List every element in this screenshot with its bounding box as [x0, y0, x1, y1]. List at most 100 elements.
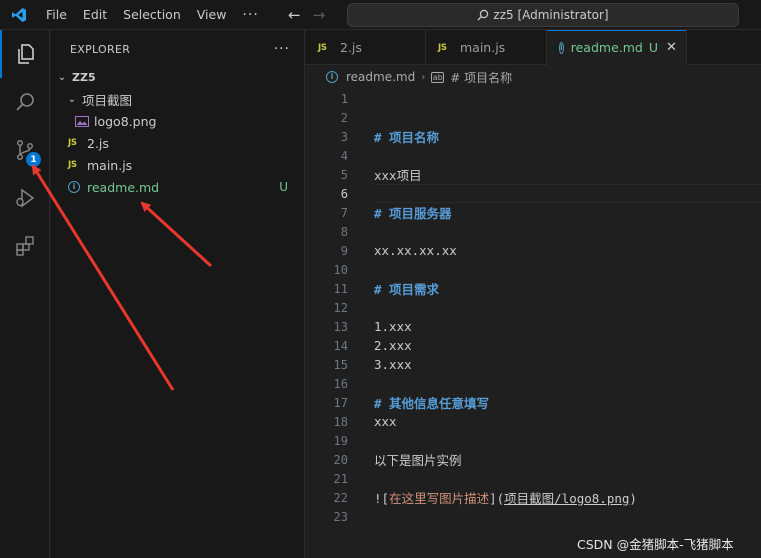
- source-control-activity-button[interactable]: 1: [0, 126, 50, 174]
- link-open: ![: [374, 491, 390, 506]
- chevron-down-icon: ⌄: [57, 71, 67, 83]
- markdown-heading: # 项目服务器: [374, 206, 452, 221]
- tab-mainjs[interactable]: JS main.js: [426, 30, 547, 65]
- markdown-image-link: ![在这里写图片描述](项目截图/logo8.png): [374, 488, 637, 507]
- tree-item-logo8[interactable]: logo8.png: [51, 110, 304, 132]
- workspace-root-label: ZZ5: [72, 70, 96, 84]
- editor-line: 17 # 其他信息任意填写: [306, 393, 761, 412]
- menu-selection[interactable]: Selection: [115, 0, 189, 30]
- untracked-status-badge: U: [648, 40, 659, 55]
- line-number: 5: [340, 167, 348, 182]
- explorer-title: EXPLORER: [70, 42, 131, 56]
- explorer-sidebar: EXPLORER ··· ⌄ ZZ5 ⌄ 项目截图 logo8.png JS 2…: [51, 30, 305, 558]
- editor-line: 15 3.xxx: [306, 355, 761, 374]
- line-number: 9: [340, 243, 348, 258]
- menu-more-button[interactable]: ···: [234, 7, 266, 23]
- markdown-heading: # 项目名称: [374, 130, 440, 145]
- link-mid: ](: [489, 491, 505, 506]
- breadcrumb-section[interactable]: # 项目名称: [450, 69, 512, 86]
- tree-item-label: main.js: [87, 157, 133, 173]
- line-text: 1.xxx: [374, 319, 412, 334]
- extensions-icon: [16, 236, 34, 256]
- javascript-file-icon: JS: [68, 138, 77, 148]
- line-number: 15: [333, 357, 348, 372]
- line-number: 11: [333, 281, 348, 296]
- editor-line: 14 2.xxx: [306, 336, 761, 355]
- line-number: 18: [333, 414, 348, 429]
- tree-item-label: 2.js: [87, 135, 109, 151]
- untracked-status-badge: U: [279, 180, 288, 194]
- search-icon: [16, 93, 34, 111]
- markdown-info-icon: i: [326, 71, 338, 83]
- vscode-logo-icon: [0, 0, 38, 30]
- line-text: 2.xxx: [374, 338, 412, 353]
- editor-line: 19: [306, 431, 761, 450]
- forward-arrow-icon[interactable]: →: [313, 6, 326, 24]
- tree-item-2js[interactable]: JS 2.js: [51, 132, 304, 154]
- line-number: 3: [340, 129, 348, 144]
- close-icon[interactable]: ✕: [666, 40, 677, 55]
- current-line-highlight: [374, 184, 761, 203]
- extensions-activity-button[interactable]: [0, 222, 50, 270]
- editor-line: 8: [306, 222, 761, 241]
- breadcrumb-file[interactable]: readme.md: [346, 70, 415, 84]
- line-number: 1: [340, 91, 348, 106]
- line-number: 23: [333, 509, 348, 524]
- line-text: 3.xxx: [374, 357, 412, 372]
- tab-2js[interactable]: JS 2.js: [306, 30, 426, 65]
- run-debug-activity-button[interactable]: [0, 174, 50, 222]
- editor-line: 11 # 项目需求: [306, 279, 761, 298]
- menu-file[interactable]: File: [38, 0, 75, 30]
- tree-item-label: 项目截图: [82, 92, 133, 108]
- command-center-label: zz5 [Administrator]: [493, 8, 609, 22]
- explorer-header: EXPLORER ···: [51, 30, 304, 68]
- javascript-file-icon: JS: [318, 42, 327, 53]
- editor-line: 4: [306, 146, 761, 165]
- tree-item-label: logo8.png: [94, 113, 157, 129]
- line-number: 7: [340, 205, 348, 220]
- editor-line: 1: [306, 89, 761, 108]
- run-debug-icon: [16, 188, 35, 208]
- editor-line: 23: [306, 507, 761, 526]
- source-control-count-badge: 1: [26, 152, 41, 167]
- markdown-heading: # 其他信息任意填写: [374, 396, 490, 411]
- javascript-file-icon: JS: [68, 160, 77, 170]
- menu-edit[interactable]: Edit: [75, 0, 115, 30]
- line-number: 20: [333, 452, 348, 467]
- watermark: CSDN @金猪脚本-飞猪脚本: [577, 537, 734, 552]
- code-editor[interactable]: 1 2 3 # 项目名称 4 5 xxx项目 6 7 # 项目服务器 8 9 xx.xx…: [306, 88, 761, 558]
- line-number: 16: [333, 376, 348, 391]
- editor-tabs: JS 2.js JS main.js i readme.md U ✕: [306, 30, 761, 65]
- files-icon: [18, 44, 34, 64]
- editor-line: 2: [306, 108, 761, 127]
- editor-line: 18 xxx: [306, 412, 761, 431]
- link-url[interactable]: 项目截图/logo8.png: [504, 491, 629, 506]
- workspace-root-folder[interactable]: ⌄ ZZ5: [51, 66, 304, 88]
- editor-line: 9 xx.xx.xx.xx: [306, 241, 761, 260]
- line-number: 10: [333, 262, 348, 277]
- search-icon: [477, 9, 489, 21]
- editor-line: 3 # 项目名称: [306, 127, 761, 146]
- tree-item-readme[interactable]: i readme.md U: [51, 176, 304, 198]
- history-navigation: ← →: [288, 0, 325, 30]
- tree-item-label: readme.md: [87, 179, 160, 195]
- line-number: 17: [333, 395, 348, 410]
- explorer-more-button[interactable]: ···: [274, 41, 290, 57]
- tab-label: 2.js: [340, 40, 362, 55]
- back-arrow-icon[interactable]: ←: [288, 6, 301, 24]
- command-center[interactable]: zz5 [Administrator]: [347, 3, 739, 27]
- line-number: 2: [340, 110, 348, 125]
- editor-line: 7 # 项目服务器: [306, 203, 761, 222]
- chevron-down-icon: ⌄: [67, 93, 77, 105]
- search-activity-button[interactable]: [0, 78, 50, 126]
- title-bar: File Edit Selection View ··· ← → zz5 [Ad…: [0, 0, 761, 30]
- image-file-icon: [75, 115, 89, 127]
- markdown-heading: # 项目需求: [374, 282, 440, 297]
- tree-item-mainjs[interactable]: JS main.js: [51, 154, 304, 176]
- tree-item-folder-screenshots[interactable]: ⌄ 项目截图: [51, 88, 304, 110]
- link-close: ): [629, 491, 637, 506]
- editor-line: 5 xxx项目: [306, 165, 761, 184]
- menu-view[interactable]: View: [189, 0, 235, 30]
- tab-readme[interactable]: i readme.md U ✕: [547, 30, 687, 65]
- explorer-activity-button[interactable]: [0, 30, 50, 78]
